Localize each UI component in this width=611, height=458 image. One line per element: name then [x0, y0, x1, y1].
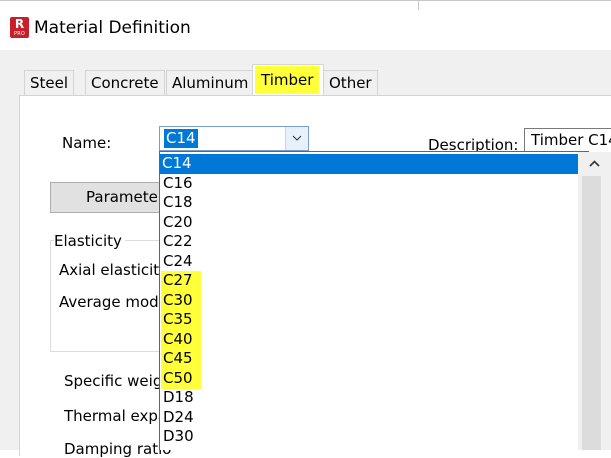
- dropdown-option-c18[interactable]: C18: [161, 193, 193, 213]
- parameters-button[interactable]: Parameters: [50, 182, 170, 213]
- thermal-expansion-label: Thermal expa: [64, 407, 168, 425]
- name-dropdown-list[interactable]: C14 C16 C18 C20 C22 C24 C27 C30 C35 C40 …: [159, 151, 589, 450]
- window-top-border: [0, 0, 611, 1]
- tab-other[interactable]: Other: [323, 70, 378, 95]
- name-combobox-value: C14: [164, 129, 198, 148]
- dropdown-option-c16[interactable]: C16: [161, 174, 193, 194]
- name-combobox-dropdown-button[interactable]: [285, 127, 308, 150]
- dropdown-option-c14[interactable]: C14: [160, 154, 583, 174]
- name-label: Name:: [62, 134, 112, 152]
- dropdown-option-c22[interactable]: C22: [161, 232, 193, 252]
- dropdown-option-d24[interactable]: D24: [161, 408, 194, 428]
- dropdown-option-c50[interactable]: C50: [161, 369, 201, 389]
- name-combobox[interactable]: C14: [159, 126, 309, 151]
- window-divider: [418, 0, 419, 10]
- specific-weight-label: Specific weigh: [64, 372, 172, 390]
- scroll-up-button[interactable]: [578, 152, 611, 176]
- description-input[interactable]: Timber C14: [524, 128, 611, 153]
- dropdown-option-c27[interactable]: C27: [161, 271, 201, 291]
- window-title: Material Definition: [34, 18, 191, 38]
- axial-elasticity-label: Axial elasticity: [59, 261, 169, 279]
- average-modulus-label: Average modu: [59, 293, 169, 311]
- dropdown-option-c20[interactable]: C20: [161, 213, 193, 233]
- dropdown-option-c30[interactable]: C30: [161, 291, 201, 311]
- tab-aluminum[interactable]: Aluminum: [166, 70, 255, 95]
- tab-timber[interactable]: Timber: [252, 64, 324, 96]
- dropdown-option-c45[interactable]: C45: [161, 349, 201, 369]
- damping-ratio-label: Damping ratio: [64, 440, 172, 458]
- elasticity-group-label: Elasticity: [54, 232, 125, 250]
- dropdown-option-d18[interactable]: D18: [161, 388, 194, 408]
- scrollbar-edge: [601, 176, 611, 450]
- tab-concrete[interactable]: Concrete: [85, 70, 165, 95]
- dropdown-option-c40[interactable]: C40: [161, 330, 201, 350]
- revit-pro-icon: R PRO: [10, 17, 29, 38]
- tab-steel[interactable]: Steel: [24, 70, 75, 95]
- dropdown-option-c24[interactable]: C24: [161, 252, 193, 272]
- dropdown-option-d30[interactable]: D30: [161, 427, 194, 447]
- chevron-down-icon: [292, 135, 302, 141]
- dropdown-option-c35[interactable]: C35: [161, 310, 201, 330]
- chevron-up-icon: [589, 160, 600, 167]
